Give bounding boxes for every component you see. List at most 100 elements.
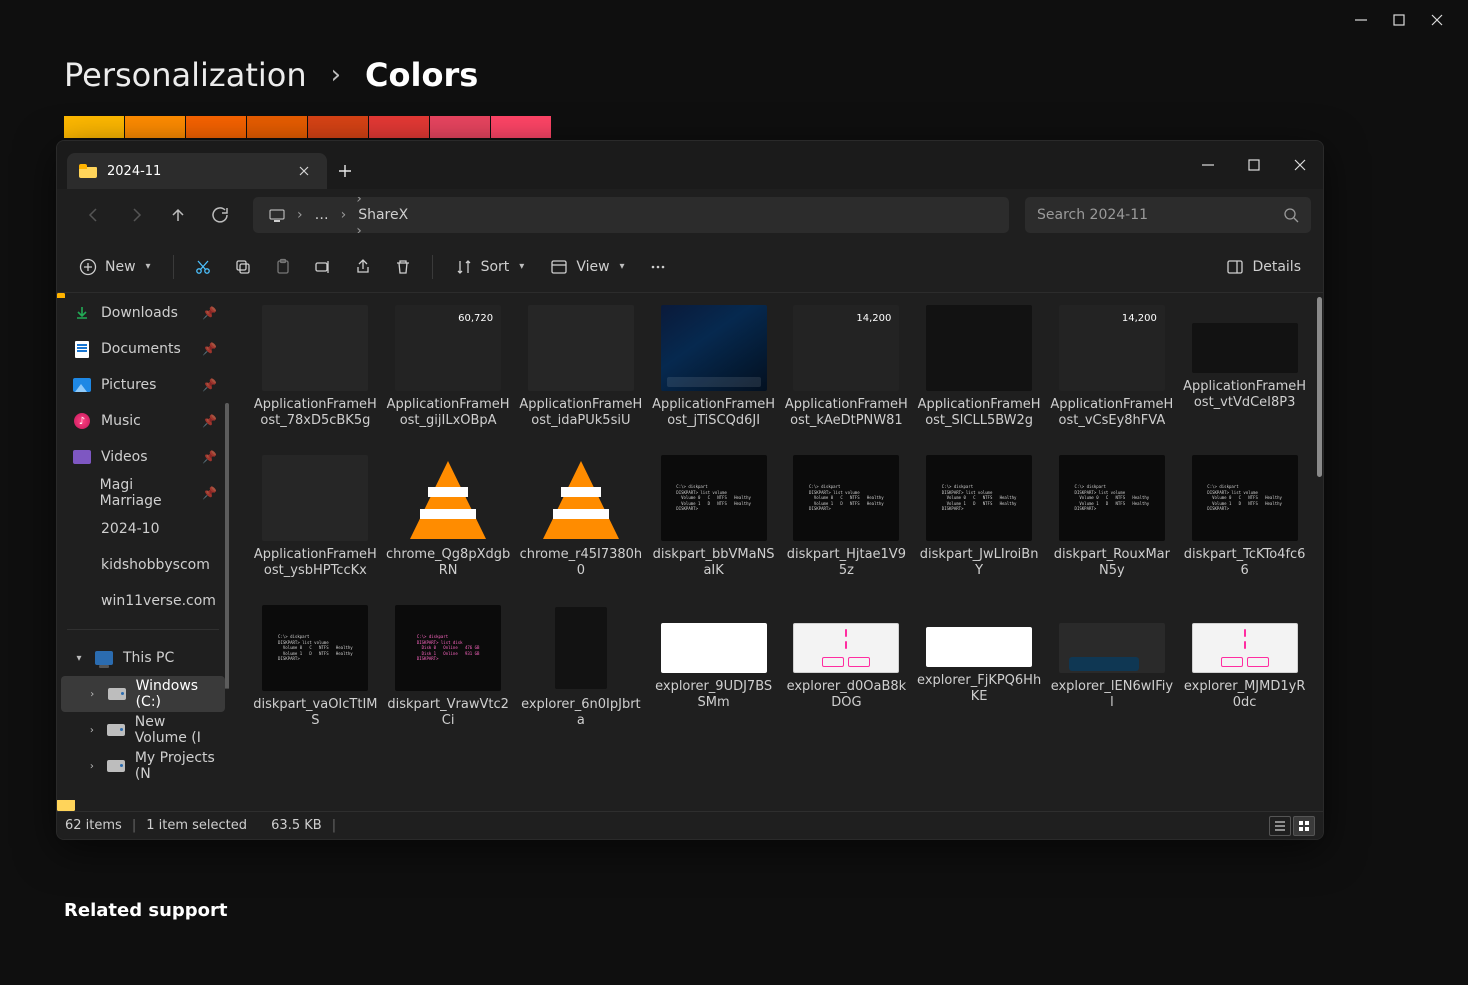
sidebar-item[interactable]: Documents📌 bbox=[61, 331, 225, 367]
sort-button[interactable]: Sort ▾ bbox=[443, 249, 537, 285]
file-item[interactable]: 14,200ApplicationFrameHost_kAeDtPNW81 bbox=[782, 303, 911, 451]
file-item-label: ApplicationFrameHost_ysbHPTccKx bbox=[253, 547, 378, 595]
color-swatch[interactable] bbox=[125, 116, 185, 138]
color-swatch[interactable] bbox=[247, 116, 307, 138]
sidebar-this-pc[interactable]: ▾ This PC bbox=[61, 640, 225, 676]
file-item[interactable]: ApplicationFrameHost_ysbHPTccKx bbox=[251, 453, 380, 601]
settings-breadcrumb: Personalization › Colors bbox=[64, 56, 478, 94]
sidebar-item[interactable]: 2024-10 bbox=[61, 511, 225, 547]
explorer-close-button[interactable] bbox=[1277, 149, 1323, 181]
more-button[interactable] bbox=[639, 249, 677, 285]
view-label: View bbox=[576, 259, 609, 275]
sidebar-item[interactable]: Magi Marriage📌 bbox=[61, 475, 225, 511]
nav-back-button[interactable] bbox=[77, 198, 111, 232]
explorer-tab[interactable]: 2024-11 bbox=[67, 153, 327, 189]
nav-refresh-button[interactable] bbox=[203, 198, 237, 232]
explorer-maximize-button[interactable] bbox=[1231, 149, 1277, 181]
explorer-minimize-button[interactable] bbox=[1185, 149, 1231, 181]
sidebar-drive[interactable]: ›Windows (C:) bbox=[61, 676, 225, 712]
file-item-label: diskpart_VrawVtc2Ci bbox=[386, 697, 511, 745]
breadcrumb-parent[interactable]: Personalization bbox=[64, 56, 307, 94]
explorer-search[interactable]: Search 2024-11 bbox=[1025, 197, 1311, 233]
file-item-label: diskpart_Hjtae1V95z bbox=[784, 547, 909, 595]
file-item[interactable]: explorer_6n0IpJbrta bbox=[517, 603, 646, 751]
new-tab-button[interactable] bbox=[327, 153, 363, 189]
chevron-right-icon[interactable]: › bbox=[87, 725, 97, 736]
color-swatch[interactable] bbox=[308, 116, 368, 138]
nav-up-button[interactable] bbox=[161, 198, 195, 232]
file-item[interactable]: C:\> diskpart DISKPART> list volume Volu… bbox=[1048, 453, 1177, 601]
sidebar-item[interactable]: ♪Music📌 bbox=[61, 403, 225, 439]
file-item[interactable]: C:\> diskpart DISKPART> list volume Volu… bbox=[649, 453, 778, 601]
file-item[interactable]: explorer_MJMD1yR0dc bbox=[1180, 603, 1309, 751]
file-item[interactable]: C:\> diskpart DISKPART> list volume Volu… bbox=[782, 453, 911, 601]
rename-button[interactable] bbox=[304, 249, 342, 285]
tab-close-button[interactable] bbox=[297, 164, 311, 178]
chevron-right-icon[interactable]: › bbox=[352, 223, 366, 233]
file-item[interactable]: explorer_lEN6wIFiyl bbox=[1048, 603, 1177, 751]
breadcrumb-segment[interactable]: ShareX bbox=[352, 207, 450, 223]
sidebar-drive[interactable]: ›New Volume (I bbox=[61, 712, 225, 748]
chevron-right-icon[interactable]: › bbox=[352, 197, 366, 207]
share-button[interactable] bbox=[344, 249, 382, 285]
file-item[interactable]: 60,720ApplicationFrameHost_gijILxOBpA bbox=[384, 303, 513, 451]
chevron-right-icon[interactable]: › bbox=[337, 207, 351, 223]
settings-close-button[interactable] bbox=[1430, 13, 1444, 27]
status-view-details-button[interactable] bbox=[1269, 816, 1291, 836]
file-item[interactable]: 14,200ApplicationFrameHost_vCsEy8hFVA bbox=[1048, 303, 1177, 451]
download-icon bbox=[73, 304, 91, 322]
sidebar-drive[interactable]: ›My Projects (N bbox=[61, 748, 225, 784]
file-item[interactable]: ApplicationFrameHost_idaPUk5siU bbox=[517, 303, 646, 451]
file-item-label: ApplicationFrameHost_gijILxOBpA bbox=[386, 397, 511, 445]
file-item[interactable]: explorer_9UDJ7BSSMm bbox=[649, 603, 778, 751]
delete-button[interactable] bbox=[384, 249, 422, 285]
explorer-items-pane[interactable]: ApplicationFrameHost_78xD5cBK5g60,720App… bbox=[229, 293, 1323, 811]
chevron-right-icon[interactable]: › bbox=[87, 761, 97, 772]
file-item[interactable]: C:\> diskpart DISKPART> list volume Volu… bbox=[915, 453, 1044, 601]
details-pane-button[interactable]: Details bbox=[1214, 249, 1313, 285]
file-item[interactable]: chrome_r45I7380h0 bbox=[517, 453, 646, 601]
items-scrollbar[interactable] bbox=[1317, 297, 1322, 477]
settings-minimize-button[interactable] bbox=[1354, 13, 1368, 27]
file-item[interactable]: C:\> diskpart DISKPART> list disk Disk 0… bbox=[384, 603, 513, 751]
divider: | bbox=[332, 818, 336, 833]
file-item[interactable]: ApplicationFrameHost_jTiSCQd6JI bbox=[649, 303, 778, 451]
chevron-right-icon[interactable]: › bbox=[87, 689, 98, 700]
chevron-down-icon[interactable]: ▾ bbox=[73, 653, 85, 664]
paste-button[interactable] bbox=[264, 249, 302, 285]
file-item[interactable]: ApplicationFrameHost_78xD5cBK5g bbox=[251, 303, 380, 451]
file-item[interactable]: C:\> diskpart DISKPART> list volume Volu… bbox=[1180, 453, 1309, 601]
file-item[interactable]: ApplicationFrameHost_vtVdCeI8P3 bbox=[1180, 303, 1309, 451]
color-swatch[interactable] bbox=[430, 116, 490, 138]
cut-button[interactable] bbox=[184, 249, 222, 285]
chevron-right-icon[interactable]: › bbox=[293, 207, 307, 223]
file-item[interactable]: chrome_Qg8pXdgbRN bbox=[384, 453, 513, 601]
status-view-thumbnails-button[interactable] bbox=[1293, 816, 1315, 836]
file-item[interactable]: explorer_FjKPQ6HhKE bbox=[915, 603, 1044, 751]
new-button[interactable]: New ▾ bbox=[67, 249, 163, 285]
breadcrumb-root-icon[interactable] bbox=[263, 197, 291, 233]
color-swatch[interactable] bbox=[186, 116, 246, 138]
color-swatch[interactable] bbox=[64, 116, 124, 138]
file-item-label: explorer_MJMD1yR0dc bbox=[1182, 679, 1307, 727]
copy-button[interactable] bbox=[224, 249, 262, 285]
view-button[interactable]: View ▾ bbox=[538, 249, 636, 285]
sidebar-item[interactable]: Pictures📌 bbox=[61, 367, 225, 403]
file-item[interactable]: C:\> diskpart DISKPART> list volume Volu… bbox=[251, 603, 380, 751]
breadcrumb-overflow[interactable]: … bbox=[309, 197, 335, 233]
color-swatch[interactable] bbox=[491, 116, 551, 138]
file-item-label: diskpart_vaOIcTtIMS bbox=[253, 697, 378, 745]
sidebar-item[interactable]: kidshobbyscom bbox=[61, 547, 225, 583]
color-swatch[interactable] bbox=[369, 116, 429, 138]
nav-forward-button[interactable] bbox=[119, 198, 153, 232]
explorer-window-controls bbox=[1185, 141, 1323, 189]
sidebar-item[interactable]: Videos📌 bbox=[61, 439, 225, 475]
scissors-icon bbox=[194, 258, 212, 276]
pin-icon: 📌 bbox=[202, 486, 217, 500]
file-item[interactable]: ApplicationFrameHost_SlCLL5BW2g bbox=[915, 303, 1044, 451]
sidebar-item[interactable]: Downloads📌 bbox=[61, 295, 225, 331]
sidebar-item[interactable]: win11verse.com bbox=[61, 583, 225, 619]
settings-maximize-button[interactable] bbox=[1392, 13, 1406, 27]
address-bar[interactable]: › … › OneDrive›Documents›ShareX›Screensh… bbox=[253, 197, 1009, 233]
file-item[interactable]: explorer_d0OaB8kDOG bbox=[782, 603, 911, 751]
